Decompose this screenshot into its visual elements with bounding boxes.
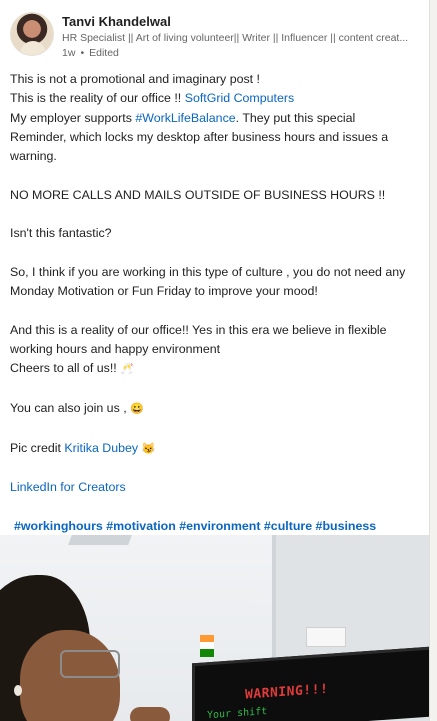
linkedin-creators-link[interactable]: LinkedIn for Creators xyxy=(10,480,126,494)
post-text: My employer supports xyxy=(10,110,136,125)
post-line: Pic credit Kritika Dubey 😼 xyxy=(10,439,420,459)
smile-emoji-icon: 😀 xyxy=(130,403,144,416)
author-name[interactable]: Tanvi Khandelwal xyxy=(62,14,171,29)
edited-label: Edited xyxy=(89,47,119,59)
post-header: Tanvi Khandelwal HR Specialist || Art of… xyxy=(10,10,420,65)
post-meta: 1w • Edited xyxy=(62,47,119,59)
cat-emoji-icon: 😼 xyxy=(141,442,156,455)
post-line: NO MORE CALLS AND MAILS OUTSIDE OF BUSIN… xyxy=(10,187,386,202)
post-text: Cheers to all of us!! xyxy=(10,361,121,376)
post-text: . They put this special xyxy=(235,110,356,125)
avatar[interactable] xyxy=(10,12,54,56)
scrollbar-track[interactable] xyxy=(430,0,437,721)
post-body: This is not a promotional and imaginary … xyxy=(10,70,420,536)
cheers-emoji-icon: 🥂 xyxy=(120,363,134,376)
post-line: Monday Motivation or Fun Friday to impro… xyxy=(10,284,318,299)
post-image[interactable]: WARNING!!! Your shift xyxy=(0,535,429,721)
post-line: This is the reality of our office !! Sof… xyxy=(10,89,420,108)
monitor-subtext: Your shift xyxy=(207,706,268,721)
post-line: And this is a reality of our office!! Ye… xyxy=(10,322,387,337)
post-line: This is not a promotional and imaginary … xyxy=(10,72,261,86)
post-line: So, I think if you are working in this t… xyxy=(10,264,406,279)
dot-separator: • xyxy=(80,47,85,59)
author-headline: HR Specialist || Art of living volunteer… xyxy=(62,32,409,44)
post-line: You can also join us , 😀 xyxy=(10,399,420,419)
post-line: Cheers to all of us!! 🥂 xyxy=(10,359,420,379)
post-line: Isn't this fantastic? xyxy=(10,226,112,241)
post-line: warning. xyxy=(10,149,57,164)
post-line: LinkedIn for Creators xyxy=(10,478,420,497)
flag-icon xyxy=(200,635,214,657)
post-text: Pic credit xyxy=(10,440,65,455)
post-time: 1w xyxy=(62,47,76,59)
post-line: working hours and happy environment xyxy=(10,342,221,357)
post-card: Tanvi Khandelwal HR Specialist || Art of… xyxy=(0,0,430,721)
mention-link[interactable]: Kritika Dubey xyxy=(64,441,138,455)
post-text: This is the reality of our office !! xyxy=(10,91,185,106)
monitor-warning-text: WARNING!!! xyxy=(245,681,329,703)
post-line: Reminder, which locks my desktop after b… xyxy=(10,129,389,144)
post-text: You can also join us , xyxy=(10,401,131,416)
hashtag-list[interactable]: #workinghours #motivation #environment #… xyxy=(10,517,420,536)
hashtag-worklifebalance[interactable]: #WorkLifeBalance xyxy=(135,111,235,125)
post-line: My employer supports #WorkLifeBalance. T… xyxy=(10,109,420,128)
company-link[interactable]: SoftGrid Computers xyxy=(185,91,295,105)
